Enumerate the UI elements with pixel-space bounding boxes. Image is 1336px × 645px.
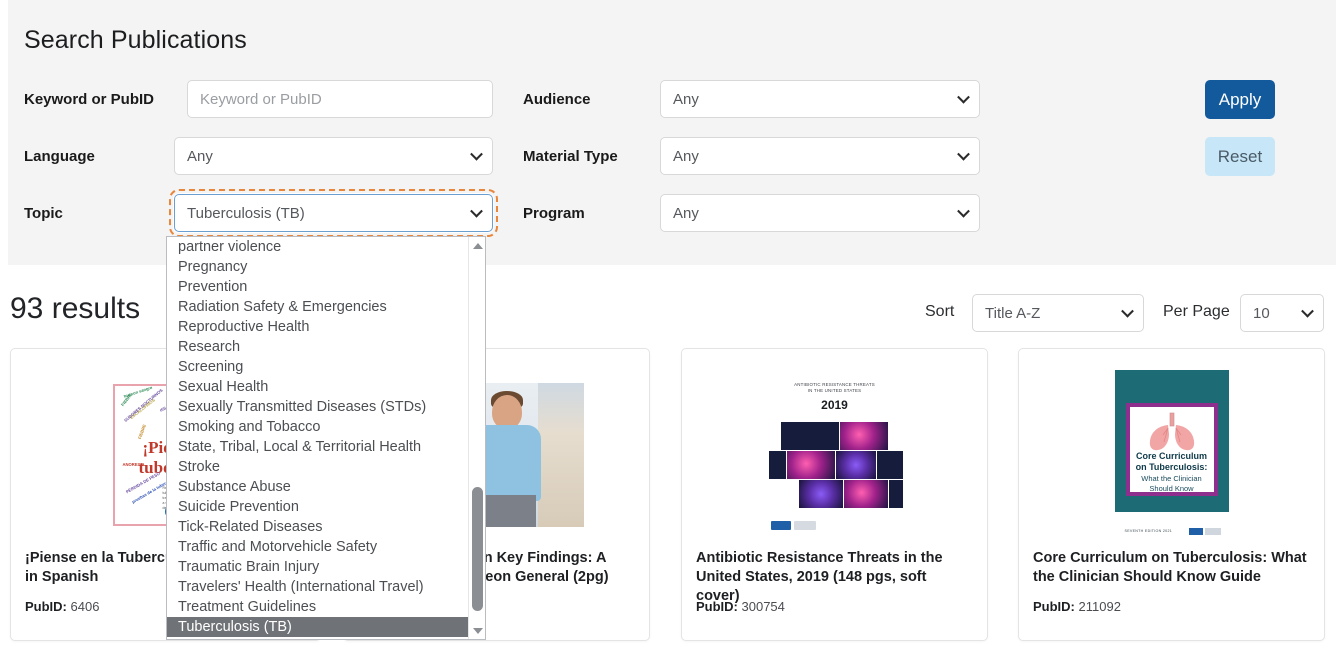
result-thumbnail: Core Curriculum on Tuberculosis: What th… bbox=[1019, 363, 1324, 547]
core-curriculum-cover-thumbnail: Core Curriculum on Tuberculosis: What th… bbox=[1114, 370, 1229, 540]
antibiotic-resistance-cover-thumbnail: ANTIBIOTIC RESISTANCE THREATS IN THE UNI… bbox=[756, 370, 913, 540]
chevron-down-icon bbox=[957, 204, 970, 218]
topic-dropdown-option[interactable]: Sexual Health bbox=[167, 377, 468, 397]
cover-mosaic bbox=[768, 422, 903, 508]
topic-dropdown-option[interactable]: Research bbox=[167, 337, 468, 357]
result-pubid: PubID: 6406 bbox=[25, 599, 99, 614]
topic-dropdown-option[interactable]: Screening bbox=[167, 357, 468, 377]
topic-dropdown-option[interactable]: Smoking and Tobacco bbox=[167, 417, 468, 437]
topic-dropdown-option[interactable]: Reproductive Health bbox=[167, 317, 468, 337]
topic-dropdown-option[interactable]: Stroke bbox=[167, 457, 468, 477]
per-page-select-value: 10 bbox=[1253, 304, 1270, 322]
topic-dropdown-option[interactable]: Suicide Prevention bbox=[167, 497, 468, 517]
material-type-select[interactable]: Any bbox=[660, 137, 980, 175]
topic-dropdown-option[interactable]: Tick-Related Diseases bbox=[167, 517, 468, 537]
topic-dropdown-option[interactable]: Travelers' Health (International Travel) bbox=[167, 577, 468, 597]
result-pubid-value: 211092 bbox=[1078, 599, 1121, 614]
language-label: Language bbox=[24, 148, 95, 165]
topic-select-value: Tuberculosis (TB) bbox=[187, 204, 305, 222]
topic-dropdown-option[interactable]: Traffic and Motorvehicle Safety bbox=[167, 537, 468, 557]
topic-dropdown-scrollbar[interactable] bbox=[468, 237, 485, 639]
search-publications-panel: Search Publications Keyword or PubID Lan… bbox=[8, 0, 1336, 265]
topic-dropdown-option[interactable]: Prevention bbox=[167, 277, 468, 297]
topic-dropdown-options[interactable]: partner violence Pregnancy Prevention Radia… bbox=[167, 237, 468, 639]
topic-dropdown-option[interactable]: Radiation Safety & Emergencies bbox=[167, 297, 468, 317]
result-pubid: PubID: 300754 bbox=[696, 599, 785, 614]
page-root: Search Publications Keyword or PubID Lan… bbox=[0, 0, 1336, 645]
lungs-icon bbox=[1149, 412, 1194, 451]
result-pubid-label: PubID: bbox=[25, 599, 67, 614]
language-select-value: Any bbox=[187, 147, 213, 165]
keyword-input[interactable]: Keyword or PubID bbox=[187, 80, 493, 118]
cover-subtitle-text: What the Clinician Should Know bbox=[1141, 474, 1202, 493]
topic-label: Topic bbox=[24, 205, 63, 222]
cover-year: 2019 bbox=[821, 398, 848, 412]
program-select[interactable]: Any bbox=[660, 194, 980, 232]
topic-dropdown-option[interactable]: Traumatic Brain Injury bbox=[167, 557, 468, 577]
sort-select[interactable]: Title A-Z bbox=[972, 294, 1144, 332]
chevron-down-icon bbox=[470, 204, 483, 218]
chevron-down-icon bbox=[470, 147, 483, 161]
result-title[interactable]: Core Curriculum on Tuberculosis: What th… bbox=[1033, 549, 1310, 587]
result-pubid-label: PubID: bbox=[696, 599, 738, 614]
result-pubid: PubID: 211092 bbox=[1033, 599, 1121, 614]
page-title: Search Publications bbox=[24, 26, 247, 54]
program-select-value: Any bbox=[673, 204, 699, 222]
program-label: Program bbox=[523, 205, 585, 222]
topic-dropdown-option[interactable]: Substance Abuse bbox=[167, 477, 468, 497]
cdc-logo-icon bbox=[1188, 528, 1221, 535]
keyword-input-placeholder: Keyword or PubID bbox=[200, 90, 322, 108]
apply-button[interactable]: Apply bbox=[1205, 80, 1275, 119]
keyword-label: Keyword or PubID bbox=[24, 91, 155, 108]
audience-label: Audience bbox=[523, 91, 591, 108]
topic-dropdown-option[interactable]: Treatment Guidelines bbox=[167, 597, 468, 617]
topic-dropdown-list[interactable]: partner violence Pregnancy Prevention Radia… bbox=[166, 236, 486, 640]
topic-select[interactable]: Tuberculosis (TB) bbox=[169, 189, 498, 237]
topic-dropdown-option[interactable]: Pregnancy bbox=[167, 257, 468, 277]
result-card[interactable]: Core Curriculum on Tuberculosis: What th… bbox=[1018, 348, 1325, 641]
results-count: 93 results bbox=[10, 292, 141, 325]
reset-button[interactable]: Reset bbox=[1205, 137, 1275, 176]
scroll-up-arrow-icon[interactable] bbox=[469, 237, 485, 254]
cover-header-text: ANTIBIOTIC RESISTANCE THREATS IN THE UNI… bbox=[794, 382, 875, 393]
sort-label: Sort bbox=[925, 303, 955, 320]
topic-dropdown-option[interactable]: State, Tribal, Local & Territorial Healt… bbox=[167, 437, 468, 457]
language-select[interactable]: Any bbox=[174, 137, 493, 175]
chevron-down-icon bbox=[957, 90, 970, 104]
cover-title-text: Core Curriculum on Tuberculosis: bbox=[1135, 451, 1208, 472]
audience-select-value: Any bbox=[673, 90, 699, 108]
chevron-down-icon bbox=[1301, 304, 1314, 318]
per-page-select[interactable]: 10 bbox=[1240, 294, 1324, 332]
audience-select[interactable]: Any bbox=[660, 80, 980, 118]
cdc-logo-icon bbox=[770, 521, 816, 530]
result-title[interactable]: Antibiotic Resistance Threats in the Uni… bbox=[696, 549, 973, 606]
topic-dropdown-option[interactable]: Sexually Transmitted Diseases (STDs) bbox=[167, 397, 468, 417]
result-pubid-label: PubID: bbox=[1033, 599, 1075, 614]
sort-select-value: Title A-Z bbox=[985, 304, 1041, 322]
chevron-down-icon bbox=[957, 147, 970, 161]
scrollbar-thumb[interactable] bbox=[472, 487, 483, 611]
result-card[interactable]: ANTIBIOTIC RESISTANCE THREATS IN THE UNI… bbox=[681, 348, 988, 641]
topic-dropdown-option[interactable]: partner violence bbox=[167, 237, 468, 257]
material-type-label: Material Type bbox=[523, 148, 618, 165]
result-thumbnail: ANTIBIOTIC RESISTANCE THREATS IN THE UNI… bbox=[682, 363, 987, 547]
result-pubid-value: 6406 bbox=[70, 599, 100, 614]
cover-edition-text: SEVENTH EDITION 2021 bbox=[1124, 529, 1173, 533]
per-page-label: Per Page bbox=[1163, 303, 1230, 320]
result-pubid-value: 300754 bbox=[741, 599, 785, 614]
material-type-select-value: Any bbox=[673, 147, 699, 165]
topic-dropdown-option[interactable]: Tuberculosis (TB) bbox=[167, 617, 468, 637]
scroll-down-arrow-icon[interactable] bbox=[469, 622, 485, 639]
chevron-down-icon bbox=[1121, 304, 1134, 318]
